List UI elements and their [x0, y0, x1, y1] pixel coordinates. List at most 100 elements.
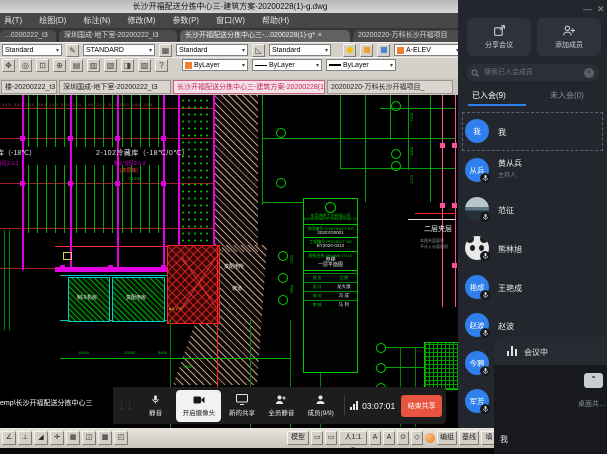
- layer-freeze-icon[interactable]: [360, 44, 373, 57]
- close-icon[interactable]: ✕: [597, 5, 605, 14]
- host-badge: 主持人: [498, 170, 516, 179]
- menu-parametric[interactable]: 参数(P): [172, 15, 199, 26]
- double-layer-label: (双层库): [120, 169, 138, 174]
- zoom-realtime-icon[interactable]: ◎: [19, 59, 32, 72]
- doc-tab-4[interactable]: 20200220-万科长沙开福项目_: [327, 80, 453, 94]
- textstyle-combo[interactable]: STANDARD▾: [83, 44, 155, 56]
- share-screen-icon: [236, 394, 248, 405]
- layer-lock-icon[interactable]: [377, 44, 390, 57]
- participant-row[interactable]: 范征: [458, 190, 607, 228]
- help-icon[interactable]: ?: [155, 59, 168, 72]
- render-icon[interactable]: ◨: [121, 59, 134, 72]
- cad-assistant-icon[interactable]: [425, 433, 435, 443]
- tablestyle-icon[interactable]: ▦: [159, 44, 172, 57]
- menu-help[interactable]: 帮助(H): [262, 15, 289, 26]
- menu-dimension[interactable]: 标注(N): [83, 15, 110, 26]
- floating-window-header[interactable]: 会议中: [494, 337, 607, 365]
- file-tab-2[interactable]: 深圳国成-地下室-20200222_t3: [59, 30, 177, 42]
- model-button[interactable]: 模型: [287, 431, 309, 445]
- pan-icon[interactable]: ✥: [2, 59, 15, 72]
- ramp-label-1: 变配电所: [224, 265, 244, 270]
- search-icon: [471, 69, 479, 77]
- doc-tab-1[interactable]: 楼-20200222_t3: [1, 80, 57, 94]
- mute-all-button[interactable]: 全员静音: [263, 390, 300, 422]
- new-share-button[interactable]: 新的共享: [223, 390, 260, 422]
- doc-tab-3-active[interactable]: 长沙开福配送分拣中心三-建筑方案-20200228(1)-g: [173, 80, 325, 94]
- layer-combo[interactable]: A-ELEV▾: [394, 44, 462, 56]
- signal-icon: [350, 401, 358, 410]
- members-button[interactable]: 成员(9/9): [302, 390, 339, 422]
- layout1-icon[interactable]: ▭: [311, 431, 323, 445]
- cad-window-title: 长沙开福配送分拣中心三-建筑方案-20200228(1)-g.dwg: [0, 0, 460, 13]
- menu-window[interactable]: 窗口(W): [216, 15, 245, 26]
- dimstyle-combo[interactable]: Standard▾: [2, 44, 62, 56]
- tablestyle-combo[interactable]: Standard▾: [176, 44, 248, 56]
- statusbar-right-group: 模型 ▭ ▭ 人1:1 ▾ A A ⊙ ◇ 编组 基线 填: [287, 431, 497, 445]
- search-clear-icon[interactable]: ×: [584, 68, 594, 78]
- participant-row[interactable]: 艳成 王艳成: [458, 268, 607, 306]
- textstyle-icon[interactable]: ✎: [66, 44, 79, 57]
- color-combo[interactable]: ByLayer▾: [182, 59, 248, 71]
- lineweight-combo[interactable]: ByLayer▾: [326, 59, 396, 71]
- crosshatch-block: [424, 342, 460, 390]
- red-area-label: 卸货平台: [176, 252, 196, 257]
- camera-button[interactable]: 开启摄像头: [176, 390, 221, 422]
- zoom-window-icon[interactable]: ⊡: [36, 59, 49, 72]
- xref-icon[interactable]: ▥: [87, 59, 100, 72]
- screen-share-toolbar: emp\长沙开福配送分拣中心三 ⋮⋮ 静音 开启摄像头 新的共享: [0, 387, 446, 424]
- dyn-icon[interactable]: ▩: [98, 431, 112, 445]
- annotation-vis-icon[interactable]: A: [369, 431, 381, 445]
- group-toggle[interactable]: 编组: [437, 431, 457, 445]
- layer-on-icon[interactable]: [343, 44, 356, 57]
- mleaderstyle-icon[interactable]: ◺: [252, 44, 265, 57]
- dotted-rack-zone: [180, 97, 212, 265]
- search-input[interactable]: [482, 68, 581, 77]
- layout2-icon[interactable]: ▭: [325, 431, 337, 445]
- snap-icon[interactable]: ∠: [2, 431, 16, 445]
- workspace-icon[interactable]: ⊙: [397, 431, 409, 445]
- lineweight-toggle-icon[interactable]: ◰: [114, 431, 128, 445]
- share-meeting-icon: [493, 24, 506, 37]
- active-tab-underline: [468, 104, 526, 106]
- elevation-mark: ▽4.150: [128, 177, 141, 181]
- otrack-icon[interactable]: ◫: [82, 431, 96, 445]
- baseline-toggle[interactable]: 基线: [459, 431, 479, 445]
- mleaderstyle-combo[interactable]: Standard▾: [269, 44, 331, 56]
- layout-icon[interactable]: ▨: [138, 59, 151, 72]
- search-box[interactable]: ×: [466, 64, 599, 81]
- end-share-button[interactable]: 结束共享: [401, 395, 442, 417]
- file-tab-1[interactable]: ...0200222_t3: [0, 30, 56, 42]
- drag-handle[interactable]: ⋮⋮: [117, 400, 133, 411]
- menu-tools[interactable]: 具(T): [4, 15, 22, 26]
- tab-not-joined[interactable]: 未入会(0): [550, 90, 584, 101]
- linetype-combo[interactable]: ByLayer▾: [252, 59, 322, 71]
- share-meeting-button[interactable]: 分享会议: [467, 18, 531, 56]
- participant-row[interactable]: 熊林旭: [458, 229, 607, 267]
- mute-button[interactable]: 静音: [137, 390, 174, 422]
- tab-joined[interactable]: 已入会(9): [472, 90, 506, 101]
- zoom-previous-icon[interactable]: ⊕: [53, 59, 66, 72]
- participant-row-host[interactable]: 从兵 黄从兵 主持人: [458, 151, 607, 189]
- menu-draw[interactable]: 绘图(D): [39, 15, 66, 26]
- annotation-scale[interactable]: 人1:1 ▾: [339, 431, 367, 445]
- add-member-button[interactable]: 添加成员: [537, 18, 601, 56]
- autoscale-icon[interactable]: A: [383, 431, 395, 445]
- file-tab-3-active[interactable]: 长沙开福配送分拣中心三-...0200228(1)-g* ×: [180, 30, 350, 42]
- floating-speaker-name: 我: [500, 434, 508, 445]
- participant-row-me[interactable]: 我 我: [458, 112, 607, 150]
- ortho-icon[interactable]: ◢: [34, 431, 48, 445]
- meeting-floating-window[interactable]: 会议中 ⌃ 桌面共… 我: [494, 337, 607, 454]
- file-tab-close-icon[interactable]: ×: [318, 30, 322, 42]
- green-room-2-label: 变配电房: [126, 296, 146, 301]
- menu-modify[interactable]: 修改(M): [127, 15, 155, 26]
- desktop-share-hint: 桌面共…: [578, 399, 606, 409]
- minimize-icon[interactable]: —: [583, 5, 592, 14]
- doc-tab-2[interactable]: 深圳国成-地下室-20200222_t3: [59, 80, 171, 94]
- lock-icon[interactable]: ◇: [411, 431, 423, 445]
- attribute-icon[interactable]: ▧: [104, 59, 117, 72]
- osnap-icon[interactable]: ▦: [66, 431, 80, 445]
- block-icon[interactable]: ▤: [70, 59, 83, 72]
- polar-icon[interactable]: ✛: [50, 431, 64, 445]
- mic-muted-icon: [480, 173, 490, 183]
- grid-icon[interactable]: ⊥: [18, 431, 32, 445]
